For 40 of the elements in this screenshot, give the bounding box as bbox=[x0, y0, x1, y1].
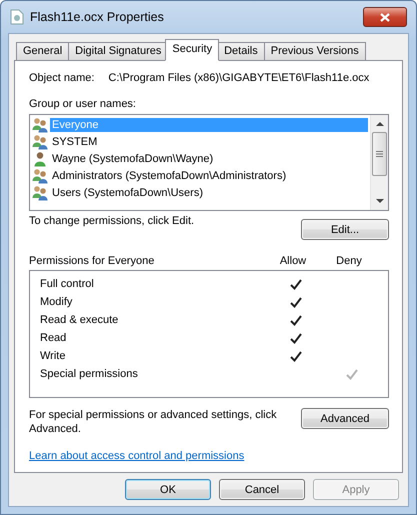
permissions-title: Permissions for Everyone bbox=[29, 255, 156, 267]
change-hint: To change permissions, click Edit. bbox=[29, 215, 194, 227]
tab[interactable]: Details bbox=[217, 42, 265, 60]
edit-button[interactable]: Edit... bbox=[301, 219, 389, 240]
scroll-down-icon[interactable] bbox=[376, 199, 384, 204]
tab[interactable]: General bbox=[16, 42, 70, 60]
advanced-hint: For special permissions or advanced settings, click Advanced. bbox=[29, 408, 278, 436]
permission-name: Modify bbox=[40, 296, 74, 308]
permission-name: Full control bbox=[40, 278, 95, 290]
grip-icon bbox=[376, 151, 383, 157]
permission-name: Read bbox=[40, 332, 68, 344]
permission-name: Special permissions bbox=[40, 368, 139, 380]
users-icon bbox=[32, 116, 48, 132]
window-title: Flash11e.ocx Properties bbox=[30, 10, 165, 24]
allow-heading: Allow bbox=[278, 255, 308, 267]
user-list-item[interactable]: Wayne (SystemofaDown\Wayne) bbox=[50, 152, 216, 166]
close-button[interactable] bbox=[363, 7, 407, 27]
tab[interactable]: Security bbox=[165, 39, 220, 61]
tab[interactable]: Previous Versions bbox=[264, 42, 366, 60]
user-list-item[interactable]: SYSTEM bbox=[50, 134, 100, 148]
users-label: Group or user names: bbox=[29, 98, 137, 110]
learn-link[interactable]: Learn about access control and permissions bbox=[29, 450, 244, 462]
deny-heading: Deny bbox=[335, 255, 363, 267]
dialog-button[interactable]: OK bbox=[125, 479, 211, 500]
advanced-button[interactable]: Advanced bbox=[301, 408, 389, 429]
permission-name: Read & execute bbox=[40, 314, 120, 326]
user-list-item[interactable]: Users (SystemofaDown\Users) bbox=[50, 186, 205, 200]
dialog-button[interactable]: Cancel bbox=[219, 479, 305, 500]
scroll-up-icon[interactable] bbox=[376, 121, 384, 126]
users-icon bbox=[32, 134, 48, 150]
close-icon bbox=[380, 12, 390, 22]
user-icon bbox=[32, 150, 48, 166]
document-icon bbox=[10, 9, 24, 25]
permission-name: Write bbox=[40, 350, 66, 362]
user-list-item[interactable]: Administrators (SystemofaDown\Administrators) bbox=[50, 168, 288, 182]
scrollbar[interactable] bbox=[370, 115, 388, 210]
object-name-label: Object name: bbox=[29, 72, 94, 84]
users-icon bbox=[32, 168, 48, 184]
users-icon bbox=[32, 184, 48, 200]
object-name-value: C:\Program Files (x86)\GIGABYTE\ET6\Flash11e.ocx bbox=[108, 72, 370, 84]
